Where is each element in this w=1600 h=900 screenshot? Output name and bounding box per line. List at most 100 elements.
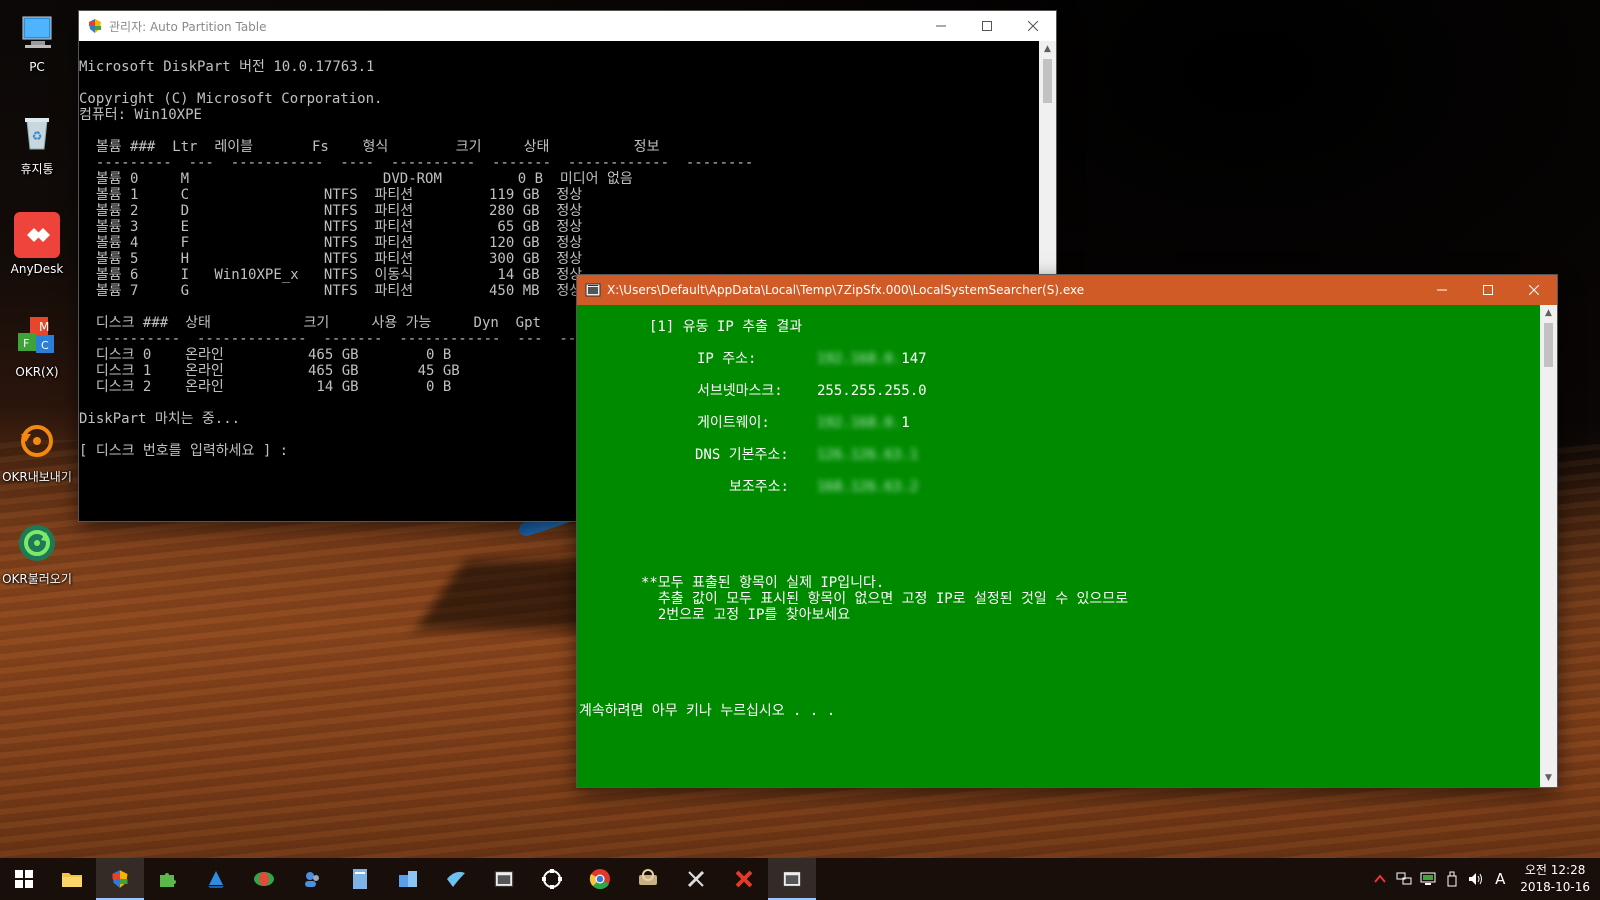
gateway-label: 게이트웨이: [697,415,770,431]
scroll-down-arrow-icon[interactable]: ▼ [1540,770,1557,787]
scroll-up-arrow-icon[interactable]: ▲ [1540,305,1557,322]
okr-cube-icon: MFC [14,315,60,361]
maximize-button[interactable] [964,11,1010,41]
svg-text:C: C [41,339,49,352]
console-line: 볼륨 0 M DVD-ROM 0 B 미디어 없음 [79,171,633,187]
maximize-button[interactable] [1465,275,1511,305]
dns-primary-label: DNS 기본주소: [695,447,789,463]
admin-shield-icon [87,18,103,34]
console-line: 볼륨 ### Ltr 레이블 Fs 형식 크기 상태 정보 [79,139,660,155]
searcher-console[interactable]: [1] 유동 IP 추출 결과 IP 주소: 192.168.0.147 서브넷… [577,305,1540,787]
scroll-up-arrow-icon[interactable]: ▲ [1039,41,1056,58]
volume-icon[interactable] [1464,858,1488,900]
console-line: 디스크 0 온라인 465 GB 0 B [79,347,452,363]
console-line: ---------- ------------- ------- -------… [79,331,585,347]
dns-secondary-value: 168.126.63.2 [817,479,919,495]
subnet-mask-label: 서브넷마스크: [697,383,783,399]
network-icon[interactable] [1392,858,1416,900]
windows-logo-icon [15,870,33,888]
taskbar-auto-partition[interactable] [96,858,144,900]
taskbar-file-explorer[interactable] [48,858,96,900]
console-line: 디스크 2 온라인 14 GB 0 B [79,379,452,395]
admin-shield-icon [112,870,128,888]
svg-text:♻: ♻ [32,129,43,143]
start-button[interactable] [0,858,48,900]
windows-tools-icon [399,871,417,887]
recycle-bin-icon: ♻ [14,110,60,156]
desktop-icon-label: 휴지통 [20,162,54,176]
searcher-titlebar[interactable]: X:\Users\Default\AppData\Local\Temp\7Zip… [577,275,1557,305]
close-button[interactable] [1511,275,1557,305]
vertical-scrollbar[interactable]: ▲ ▼ [1540,305,1557,787]
taskbar-capture-app[interactable] [528,858,576,900]
desktop-icon-okr-export[interactable]: OKR내보내기 [0,418,74,485]
taskbar-puzzle-app[interactable] [144,858,192,900]
console-app-icon [782,870,802,888]
console-app-icon [494,870,514,888]
clock[interactable]: 오전 12:28 2018-10-16 [1512,862,1600,896]
masked-value: 192.168.0. [817,351,902,367]
window-title: X:\Users\Default\AppData\Local\Temp\7Zip… [607,283,1085,297]
dns-secondary-label: 보조주소: [729,479,789,495]
taskbar-disk-app[interactable] [624,858,672,900]
desktop-icon-label: PC [29,60,45,74]
taskbar-wrench-app[interactable] [672,858,720,900]
taskbar-document-app[interactable] [336,858,384,900]
diskpart-titlebar[interactable]: 관리자: Auto Partition Table [79,11,1056,41]
capture-icon [542,869,562,889]
desktop-icon-label: OKR(X) [15,365,59,379]
note-line: 추출 값이 모두 표시된 항목이 없으면 고정 IP로 설정된 것일 수 있으므… [641,591,1129,607]
taskbar-user-app[interactable] [288,858,336,900]
console-line: 디스크 1 온라인 465 GB 45 GB [79,363,460,379]
searcher-window[interactable]: X:\Users\Default\AppData\Local\Temp\7Zip… [577,275,1557,787]
bird-icon [447,871,465,887]
console-line: DiskPart 마치는 중... [79,411,241,427]
clock-time: 오전 12:28 [1524,863,1586,877]
red-x-icon [735,870,753,888]
desktop-icon-okr-x[interactable]: MFC OKR(X) [0,315,74,379]
note-line: 2번으로 고정 IP를 찾아보세요 [641,607,851,623]
taskbar-console-app[interactable] [480,858,528,900]
desktop-icon-label: OKR불러오기 [2,572,72,586]
monitor-tray-icon[interactable] [1416,858,1440,900]
desktop-icon-label: AnyDesk [10,262,64,276]
taskbar: A 오전 12:28 2018-10-16 [0,858,1600,900]
desktop-icon-anydesk[interactable]: AnyDesk [0,212,74,276]
minimize-button[interactable] [1419,275,1465,305]
desktop-icon-okr-import[interactable]: OKR불러오기 [0,520,74,587]
taskbar-chrome[interactable] [576,858,624,900]
console-line: 볼륨 5 H NTFS 파티션 300 GB 정상 [79,251,583,267]
chrome-icon [589,869,610,890]
taskbar-sail-app[interactable] [192,858,240,900]
gateway-value: 192.168.0.1 [817,415,910,431]
taskbar-local-system-searcher[interactable] [768,858,816,900]
document-icon [353,869,367,889]
console-line: 볼륨 7 G NTFS 파티션 450 MB 정상 [79,283,583,299]
globe-icon [254,872,274,886]
import-arrow-icon [14,520,60,566]
scrollbar-thumb[interactable] [1043,59,1052,103]
taskbar-tools-app[interactable] [384,858,432,900]
console-line: 디스크 ### 상태 크기 사용 가능 Dyn Gpt [79,315,541,331]
console-line: [ 디스크 번호를 입력하세요 ] : [79,443,289,459]
svg-text:F: F [23,337,29,350]
taskbar-bird-app[interactable] [432,858,480,900]
minimize-button[interactable] [918,11,964,41]
taskbar-browser-app[interactable] [240,858,288,900]
note-line: **모두 표출된 항목이 실제 IP입니다. [641,575,885,591]
anydesk-icon [14,212,60,258]
console-line: 컴퓨터: Win10XPE [79,107,202,123]
show-hidden-icons-button[interactable] [1368,858,1392,900]
close-button[interactable] [1010,11,1056,41]
taskbar-close-app[interactable] [720,858,768,900]
export-arrow-icon [14,418,60,464]
svg-text:M: M [39,320,49,334]
desktop-icon-recycle-bin[interactable]: ♻ 휴지통 [0,110,74,177]
computer-icon [14,10,60,56]
console-line: Microsoft DiskPart 버전 10.0.17763.1 [79,59,375,75]
scrollbar-thumb[interactable] [1544,323,1553,367]
desktop-icon-pc[interactable]: PC [0,10,74,74]
ime-indicator[interactable]: A [1488,858,1512,900]
user-group-icon [305,872,319,887]
usb-device-icon[interactable] [1440,858,1464,900]
